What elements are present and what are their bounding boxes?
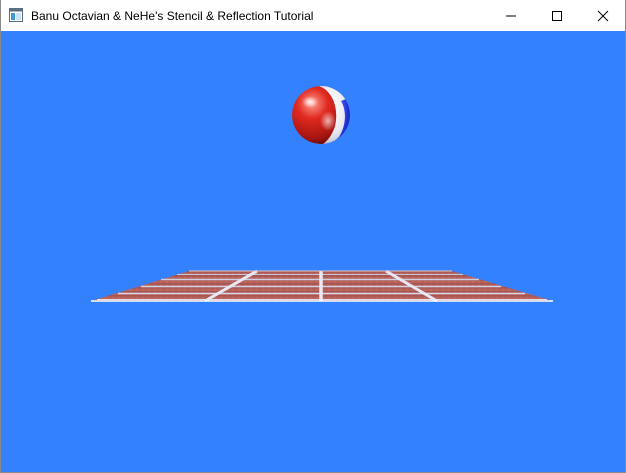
beach-ball [292, 86, 350, 144]
minimize-icon [506, 15, 516, 17]
maximize-button[interactable] [534, 0, 580, 31]
title-bar[interactable]: Banu Octavian & NeHe's Stencil & Reflect… [1, 0, 625, 31]
close-button[interactable] [580, 0, 625, 31]
maximize-icon [552, 11, 562, 21]
application-window: Banu Octavian & NeHe's Stencil & Reflect… [0, 0, 626, 473]
app-window-icon [9, 8, 23, 22]
opengl-viewport[interactable] [1, 31, 625, 472]
scene-canvas [91, 86, 553, 303]
minimize-button[interactable] [488, 0, 534, 31]
window-title: Banu Octavian & NeHe's Stencil & Reflect… [31, 9, 314, 23]
close-icon [597, 10, 609, 22]
tiled-floor [91, 269, 553, 303]
